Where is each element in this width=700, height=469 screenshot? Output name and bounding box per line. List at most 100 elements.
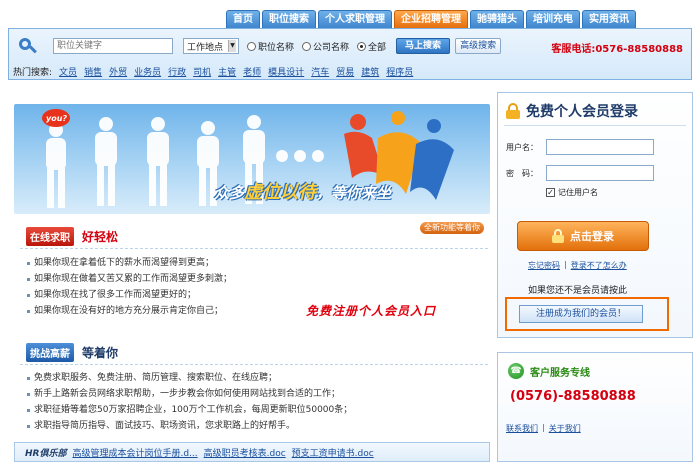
hot-search-row: 热门搜索: 文员 销售 外贸 业务员 行政 司机 主管 老师 模具设计 汽车 贸… xyxy=(13,65,413,78)
hot-term[interactable]: 主管 xyxy=(218,65,236,78)
club-doc-link[interactable]: 高级职员考核表.doc xyxy=(204,446,286,459)
hot-term[interactable]: 外贸 xyxy=(109,65,127,78)
banner-slogan: 众多虚位以待，等你来坐 xyxy=(214,178,391,204)
remember-label: 记住用户名 xyxy=(558,188,598,197)
list-item: 如果你现在找了很多工作而渴望更好的； xyxy=(26,287,232,303)
list-item: 如果你现在没有好的地方充分展示肯定你自己； xyxy=(26,303,232,319)
forgot-password-link[interactable]: 忘记密码 xyxy=(528,260,560,271)
not-member-text: 如果您还不是会员请按此 xyxy=(528,286,628,296)
username-label: 用户名： xyxy=(506,142,538,152)
search-button[interactable]: 马上搜索 xyxy=(396,38,451,54)
hero-banner[interactable]: you? 众多虚位以待，等你来坐 xyxy=(14,104,490,214)
login-button[interactable]: 点击登录 xyxy=(517,221,649,251)
radio-label: 职位名称 xyxy=(258,42,295,53)
hot-term[interactable]: 老师 xyxy=(243,65,261,78)
login-button-label: 点击登录 xyxy=(570,230,614,243)
section-high-salary-title: 挑战高薪 等着你 xyxy=(26,343,118,362)
slogan-part1: 众多 xyxy=(214,184,245,202)
about-us-link[interactable]: 关于我们 xyxy=(549,423,581,434)
list-item: 新手上路新会员网络求职帮助，一步步教会你如何使用网站找到合适的工作； xyxy=(26,386,352,402)
section-divider xyxy=(20,364,488,365)
section-online-job-title: 在线求职 好轻松 xyxy=(26,227,118,246)
radio-position-name[interactable]: 职位名称 xyxy=(247,40,294,53)
hot-term[interactable]: 业务员 xyxy=(134,65,161,78)
link-separator: | xyxy=(564,260,567,269)
club-doc-link[interactable]: 高级管理成本会计岗位手册.d... xyxy=(72,446,197,459)
section-badge: 挑战高薪 xyxy=(26,343,74,362)
location-select-label: 工作地点 xyxy=(187,42,224,53)
tab-useful-info[interactable]: 实用资讯 xyxy=(582,10,636,28)
radio-all[interactable]: 全部 xyxy=(357,40,386,53)
hot-term[interactable]: 司机 xyxy=(193,65,211,78)
slogan-highlight: 虚位以待 xyxy=(244,182,317,203)
search-magnifier-icon xyxy=(17,37,39,55)
login-help-links: 忘记密码 | 登录不了怎么办 xyxy=(528,260,627,271)
contact-us-link[interactable]: 联系我们 xyxy=(506,423,538,434)
login-divider xyxy=(504,125,686,126)
section-badge: 在线求职 xyxy=(26,227,74,246)
tab-headhunting[interactable]: 驰骋猎头 xyxy=(470,10,524,28)
list-item: 如果你现在做着又苦又累的工作而渴望更多刺激； xyxy=(26,271,232,287)
section-heading: 等着你 xyxy=(82,346,119,360)
banner-bubble-text: you? xyxy=(46,114,67,123)
hot-search-label: 热门搜索: xyxy=(13,68,53,78)
tab-enterprise-recruitment[interactable]: 企业招聘管理 xyxy=(394,10,468,28)
remember-username[interactable]: ✓ 记住用户名 xyxy=(546,187,598,198)
radio-dot xyxy=(302,41,312,51)
radio-dot-selected xyxy=(357,41,367,51)
tab-training[interactable]: 培训充电 xyxy=(526,10,580,28)
hot-term[interactable]: 文员 xyxy=(59,65,77,78)
password-input[interactable] xyxy=(546,165,654,181)
new-feature-badge[interactable]: 全新功能等着你 xyxy=(420,222,484,234)
club-doc-link[interactable]: 预支工资申请书.doc xyxy=(292,446,374,459)
radio-dot xyxy=(247,41,256,51)
advanced-search-button[interactable]: 高级搜索 xyxy=(455,38,502,54)
tab-home[interactable]: 首页 xyxy=(226,10,260,28)
radio-label: 公司名称 xyxy=(313,42,350,53)
link-separator: | xyxy=(542,423,545,432)
register-highlight-box: 注册成为我们的会员！ xyxy=(505,297,669,331)
keyword-input[interactable] xyxy=(53,38,173,54)
list-item: 求职指导简历指导、面试技巧、职场资讯，您求职路上的好帮手。 xyxy=(26,418,352,434)
section-heading: 好轻松 xyxy=(82,230,119,244)
password-row: 密 码： xyxy=(506,165,654,181)
section-divider xyxy=(20,248,488,249)
location-select[interactable]: 工作地点 ▼ xyxy=(183,38,239,54)
hot-term[interactable]: 贸易 xyxy=(336,65,354,78)
lock-icon xyxy=(506,103,520,119)
radio-label: 全部 xyxy=(368,42,387,53)
username-input[interactable] xyxy=(546,139,654,155)
username-row: 用户名： xyxy=(506,139,654,155)
list-item: 免费求职服务、免费注册、简历管理、搜索职位、在线应聘； xyxy=(26,370,352,386)
list-item: 求职征婚等着您50万家招聘企业，100万个工作机会，每周更新职位50000条； xyxy=(26,402,352,418)
checkbox-checked-icon[interactable]: ✓ xyxy=(546,188,555,197)
service-hotline: 客服电话:0576-88580888 xyxy=(551,44,683,55)
cant-login-link[interactable]: 登录不了怎么办 xyxy=(571,260,627,271)
hot-term[interactable]: 建筑 xyxy=(361,65,379,78)
service-links: 联系我们 | 关于我们 xyxy=(506,423,581,434)
section-high-salary-list: 免费求职服务、免费注册、简历管理、搜索职位、在线应聘； 新手上路新会员网络求职帮… xyxy=(26,370,352,434)
search-panel: 工作地点 ▼ 职位名称 公司名称 全部 马上搜索 高级搜索 客服电话:0576-… xyxy=(8,28,692,80)
login-title: 免费个人会员登录 xyxy=(526,104,638,120)
hot-term[interactable]: 汽车 xyxy=(311,65,329,78)
hot-term[interactable]: 行政 xyxy=(168,65,186,78)
login-panel: 免费个人会员登录 用户名： 密 码： ✓ 记住用户名 点击登录 忘记密码 | 登… xyxy=(497,92,693,338)
hot-term[interactable]: 程序员 xyxy=(386,65,413,78)
password-label: 密 码： xyxy=(506,168,538,178)
hot-term[interactable]: 模具设计 xyxy=(268,65,304,78)
register-button[interactable]: 注册成为我们的会员！ xyxy=(519,305,643,323)
hr-club-bar: HR俱乐部 高级管理成本会计岗位手册.d... 高级职员考核表.doc 预支工资… xyxy=(14,442,490,462)
hot-term[interactable]: 销售 xyxy=(84,65,102,78)
register-annotation: 免费注册个人会员入口 xyxy=(306,304,437,318)
radio-company-name[interactable]: 公司名称 xyxy=(302,40,349,53)
hr-club-label: HR俱乐部 xyxy=(25,448,67,459)
tab-personal-job-management[interactable]: 个人求职管理 xyxy=(318,10,392,28)
service-phone: (0576)-88580888 xyxy=(510,389,636,404)
service-title: 客户服务专线 xyxy=(530,367,590,379)
slogan-part2: ，等你来坐 xyxy=(316,184,392,202)
section-online-job-list: 如果你现在拿着低下的薪水而渴望得到更高； 如果你现在做着又苦又累的工作而渴望更多… xyxy=(26,255,232,319)
list-item: 如果你现在拿着低下的薪水而渴望得到更高； xyxy=(26,255,232,271)
phone-icon: ☎ xyxy=(508,363,524,379)
tab-job-search[interactable]: 职位搜索 xyxy=(262,10,316,28)
main-nav: 首页 职位搜索 个人求职管理 企业招聘管理 驰骋猎头 培训充电 实用资讯 xyxy=(226,10,636,28)
